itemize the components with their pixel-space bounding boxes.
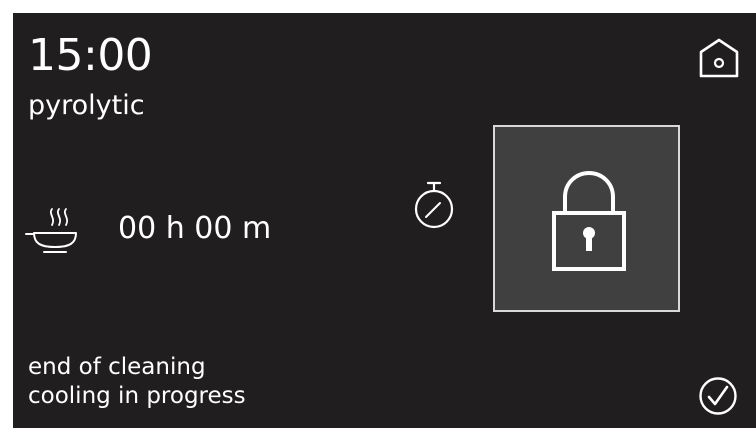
status-line-cooling: cooling in progress (28, 383, 246, 409)
status-line-end-of-cleaning: end of cleaning (28, 354, 206, 380)
check-circle-icon (699, 377, 737, 415)
oven-display-screen: 15:00 pyrolytic 00 h 00 m end of cleanin… (13, 13, 756, 428)
lock-panel[interactable] (493, 125, 680, 312)
home-icon (699, 38, 739, 78)
steaming-pan-icon (24, 203, 86, 255)
home-button[interactable] (697, 36, 741, 80)
clock-time: 15:00 (28, 30, 153, 81)
padlock-icon (552, 170, 626, 271)
cooking-duration: 00 h 00 m (118, 211, 272, 246)
confirm-button[interactable] (698, 376, 738, 416)
stopwatch-icon (412, 180, 456, 232)
status-message: end of cleaning cooling in progress (28, 353, 246, 411)
program-name: pyrolytic (28, 90, 145, 121)
